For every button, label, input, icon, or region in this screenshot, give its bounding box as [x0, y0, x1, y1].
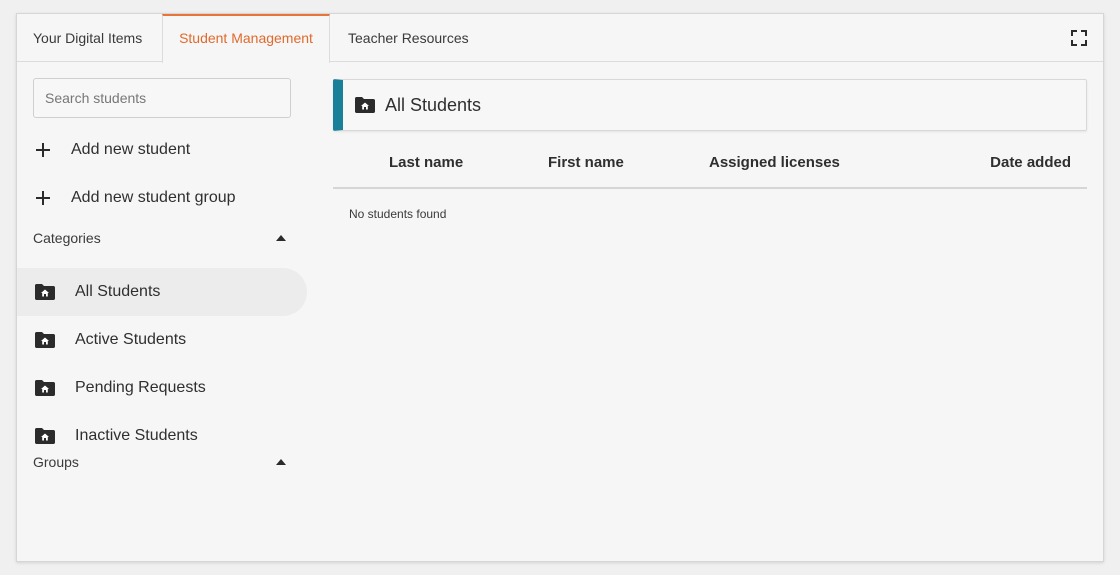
category-label: All Students — [75, 283, 161, 300]
column-header-last-name[interactable]: Last name — [389, 139, 463, 187]
column-header-assigned-licenses[interactable]: Assigned licenses — [709, 139, 840, 187]
add-group-label: Add new student group — [71, 189, 236, 206]
add-student-group-button[interactable]: Add new student group — [33, 178, 303, 218]
category-item-pending-requests[interactable]: Pending Requests — [17, 364, 307, 412]
column-header-date-added[interactable]: Date added — [990, 139, 1071, 187]
tab-student-management[interactable]: Student Management — [162, 14, 330, 63]
category-header-card: All Students — [333, 79, 1087, 131]
caret-up-icon — [276, 235, 286, 241]
folder-home-icon — [35, 332, 55, 348]
add-student-label: Add new student — [71, 141, 191, 158]
tab-teacher-resources[interactable]: Teacher Resources — [348, 14, 469, 62]
categories-header[interactable]: Categories — [33, 228, 287, 248]
add-student-button[interactable]: Add new student — [33, 130, 303, 170]
table-header: Last name First name Assigned licenses D… — [333, 139, 1087, 189]
caret-up-icon — [276, 459, 286, 465]
groups-label: Groups — [33, 454, 79, 470]
sidebar: Add new student Add new student group Ca… — [17, 63, 317, 561]
category-item-all-students[interactable]: All Students — [17, 268, 307, 316]
category-item-active-students[interactable]: Active Students — [17, 316, 307, 364]
category-label: Inactive Students — [75, 427, 198, 444]
search-input[interactable] — [33, 78, 291, 118]
plus-icon — [36, 143, 50, 157]
page-title: All Students — [385, 94, 482, 115]
groups-header[interactable]: Groups — [33, 452, 287, 472]
category-label: Active Students — [75, 331, 187, 348]
folder-home-icon — [35, 380, 55, 396]
empty-state-message: No students found — [349, 207, 447, 221]
tab-your-digital-items[interactable]: Your Digital Items — [33, 14, 142, 62]
categories-label: Categories — [33, 230, 101, 246]
folder-home-icon — [35, 284, 55, 300]
folder-home-icon — [355, 97, 375, 113]
tab-bar: Your Digital Items Student Management Te… — [17, 14, 1103, 63]
fullscreen-icon[interactable] — [1071, 30, 1087, 46]
folder-home-icon — [35, 428, 55, 444]
main-panel: All Students Last name First name Assign… — [333, 63, 1087, 561]
app-frame: Your Digital Items Student Management Te… — [16, 13, 1104, 562]
plus-icon — [36, 191, 50, 205]
column-header-first-name[interactable]: First name — [548, 139, 624, 187]
category-label: Pending Requests — [75, 379, 206, 396]
